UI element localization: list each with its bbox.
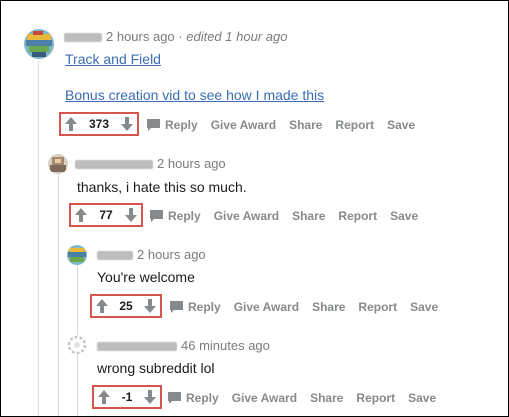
downvote-icon[interactable] <box>143 298 157 314</box>
vote-score: 77 <box>99 208 113 222</box>
comment-meta: 2 hours ago <box>97 247 206 262</box>
reply-label: Reply <box>168 209 201 223</box>
share-button[interactable]: Share <box>289 118 322 132</box>
upvote-icon[interactable] <box>74 207 88 223</box>
comment-meta: 46 minutes ago <box>97 338 270 353</box>
give-award-button[interactable]: Give Award <box>214 209 279 223</box>
comment-icon <box>170 301 183 313</box>
give-award-button[interactable]: Give Award <box>234 300 299 314</box>
save-button[interactable]: Save <box>390 209 418 223</box>
comment-text: wrong subreddit lol <box>97 360 215 376</box>
save-button[interactable]: Save <box>408 391 436 405</box>
timestamp: 2 hours ago <box>106 29 175 44</box>
vote-box: 77 <box>69 203 143 227</box>
comment-text: You're welcome <box>97 269 195 285</box>
comment-icon <box>168 392 181 404</box>
downvote-icon[interactable] <box>143 389 157 405</box>
username-redacted[interactable] <box>97 342 177 352</box>
bonus-video-link[interactable]: Bonus creation vid to see how I made thi… <box>65 87 324 103</box>
vote-score: -1 <box>121 390 133 404</box>
share-button[interactable]: Share <box>292 209 325 223</box>
give-award-button[interactable]: Give Award <box>211 118 276 132</box>
comment-icon <box>150 210 163 222</box>
timestamp: 2 hours ago <box>137 247 206 262</box>
username-redacted[interactable] <box>64 33 102 43</box>
vote-box: 373 <box>59 112 139 136</box>
upvote-icon[interactable] <box>95 298 109 314</box>
avatar[interactable] <box>67 335 87 355</box>
downvote-icon[interactable] <box>124 207 138 223</box>
save-button[interactable]: Save <box>410 300 438 314</box>
share-button[interactable]: Share <box>312 300 345 314</box>
comment-actions: Reply Give Award Share Report Save <box>150 209 431 223</box>
vote-score: 373 <box>88 117 110 131</box>
edited-label: edited 1 hour ago <box>186 29 288 44</box>
reply-label: Reply <box>186 391 219 405</box>
report-button[interactable]: Report <box>335 118 374 132</box>
upvote-icon[interactable] <box>64 116 78 132</box>
comment-actions: Reply Give Award Share Report Save <box>170 300 451 314</box>
timestamp: 46 minutes ago <box>181 338 270 353</box>
comment-actions: Reply Give Award Share Report Save <box>168 391 449 405</box>
track-and-field-link[interactable]: Track and Field <box>65 51 161 67</box>
username-redacted[interactable] <box>75 160 153 170</box>
reply-button[interactable]: Reply <box>150 209 201 223</box>
share-button[interactable]: Share <box>310 391 343 405</box>
comment-text: thanks, i hate this so much. <box>77 179 247 195</box>
vote-box: 25 <box>90 294 162 318</box>
vote-score: 25 <box>119 299 133 313</box>
reply-label: Reply <box>165 118 198 132</box>
comment-icon <box>147 119 160 131</box>
comment-meta: 2 hours ago · edited 1 hour ago <box>64 29 287 44</box>
avatar[interactable] <box>67 245 87 265</box>
avatar[interactable] <box>24 29 54 59</box>
thread-line[interactable] <box>38 61 39 416</box>
reply-button[interactable]: Reply <box>170 300 221 314</box>
thread-line[interactable] <box>58 173 59 416</box>
reply-button[interactable]: Reply <box>147 118 198 132</box>
downvote-icon[interactable] <box>120 116 134 132</box>
avatar[interactable] <box>48 154 68 174</box>
reply-button[interactable]: Reply <box>168 391 219 405</box>
comment-thread: 2 hours ago · edited 1 hour ago Track an… <box>0 0 509 417</box>
report-button[interactable]: Report <box>356 391 395 405</box>
comment-meta: 2 hours ago <box>75 156 226 171</box>
upvote-icon[interactable] <box>97 389 111 405</box>
report-button[interactable]: Report <box>338 209 377 223</box>
username-redacted[interactable] <box>97 251 133 261</box>
report-button[interactable]: Report <box>358 300 397 314</box>
reply-label: Reply <box>188 300 221 314</box>
give-award-button[interactable]: Give Award <box>232 391 297 405</box>
save-button[interactable]: Save <box>387 118 415 132</box>
timestamp: 2 hours ago <box>157 156 226 171</box>
comment-actions: Reply Give Award Share Report Save <box>147 118 428 132</box>
vote-box: -1 <box>92 385 162 409</box>
